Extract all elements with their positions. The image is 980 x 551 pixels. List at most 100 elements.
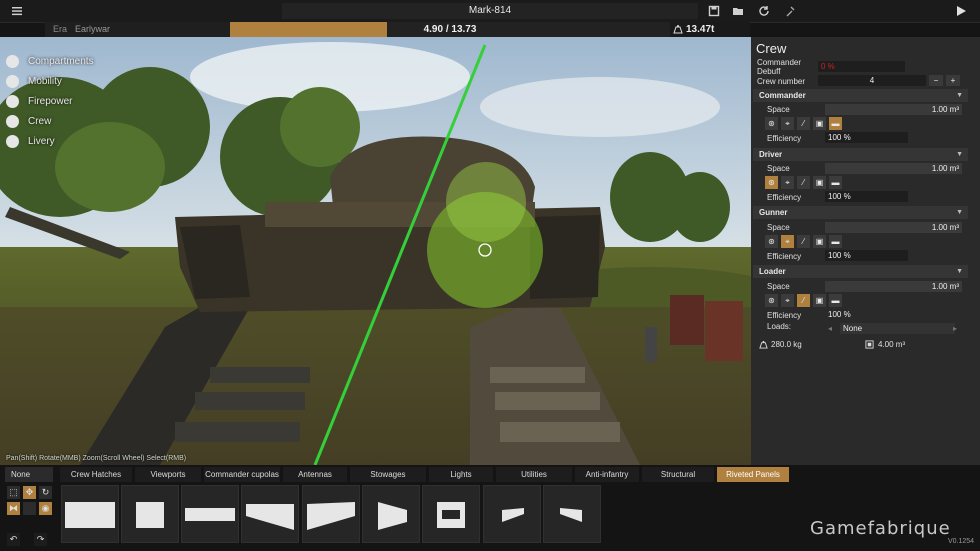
hamburger-menu-icon[interactable] (10, 4, 24, 18)
loads-prev-arrow-icon[interactable]: ◂ (828, 323, 838, 334)
move-tool-icon[interactable]: ✥ (23, 486, 36, 499)
loader-station-icons: ⊛ ⌖ ⁄ ▣ ▬ (765, 294, 842, 307)
sight-icon[interactable]: ⌖ (781, 176, 794, 189)
sight-icon[interactable]: ⌖ (781, 117, 794, 130)
rotate-tool-icon[interactable]: ↻ (39, 486, 52, 499)
wheel-icon[interactable]: ⊛ (765, 294, 778, 307)
loads-next-arrow-icon[interactable]: ▸ (953, 323, 963, 334)
wheel-icon[interactable]: ⊛ (765, 176, 778, 189)
undo-icon[interactable]: ↶ (7, 533, 20, 546)
open-folder-icon[interactable] (731, 4, 745, 18)
part-frame[interactable] (422, 485, 480, 543)
play-icon[interactable] (954, 4, 968, 18)
radio-icon[interactable]: ▣ (813, 176, 826, 189)
tab-viewports[interactable]: Viewports (135, 467, 201, 482)
tab-antennas[interactable]: Antennas (283, 467, 347, 482)
total-crew-weight: 280.0 kg (771, 340, 802, 349)
menu-crew-label: Crew (28, 115, 52, 127)
part-small-wedge-right[interactable] (543, 485, 601, 543)
menu-firepower[interactable]: Firepower (6, 92, 72, 110)
wrench-icon[interactable] (783, 4, 797, 18)
section-driver-title: Driver (759, 150, 783, 159)
sight-icon[interactable]: ⌖ (781, 294, 794, 307)
section-gunner[interactable]: Gunner ▼ (753, 206, 968, 219)
commander-role-icon[interactable]: ▬ (829, 235, 842, 248)
save-icon[interactable] (707, 4, 721, 18)
tab-stowages[interactable]: Stowages (350, 467, 426, 482)
loader-space-value: 1.00 m³ (825, 281, 962, 292)
tab-anti-infantry[interactable]: Anti-infantry (575, 467, 639, 482)
crew-increment-button[interactable]: + (946, 75, 960, 86)
version-label: V0.1254 (948, 538, 975, 545)
loader-efficiency-value: 100 % (828, 310, 851, 319)
commander-efficiency-value: 100 % (825, 132, 908, 143)
section-commander[interactable]: Commander ▼ (753, 89, 968, 102)
redo-icon[interactable]: ↷ (34, 533, 47, 546)
gun-icon (6, 94, 19, 108)
gunner-efficiency-value: 100 % (825, 250, 908, 261)
section-loader[interactable]: Loader ▼ (753, 265, 968, 278)
part-small-wedge-left[interactable] (483, 485, 541, 543)
part-trapezoid[interactable] (362, 485, 420, 543)
tab-none[interactable]: None (5, 467, 53, 482)
commander-space-value: 1.00 m³ (825, 104, 962, 115)
part-rect-wide[interactable] (61, 485, 119, 543)
menu-crew[interactable]: Crew (6, 112, 51, 130)
chevron-down-icon: ▼ (956, 151, 963, 158)
mirror-tool-icon[interactable]: ⧓ (7, 502, 20, 515)
tab-riveted-panels[interactable]: Riveted Panels (717, 467, 789, 482)
part-wedge-left[interactable] (241, 485, 299, 543)
loader-efficiency-label: Efficiency (767, 311, 802, 320)
gunner-space-value: 1.00 m³ (825, 222, 962, 233)
tonnage-value: 13.47t (686, 24, 715, 35)
tab-lights[interactable]: Lights (429, 467, 493, 482)
shell-icon[interactable]: ⁄ (797, 176, 810, 189)
tab-utilities[interactable]: Utilities (496, 467, 572, 482)
section-driver[interactable]: Driver ▼ (753, 148, 968, 161)
commander-role-icon[interactable]: ▬ (829, 176, 842, 189)
tab-crew-hatches[interactable]: Crew Hatches (60, 467, 132, 482)
wheel-icon[interactable]: ⊛ (765, 117, 778, 130)
menu-mobility[interactable]: Mobility (6, 72, 62, 90)
commander-role-icon[interactable]: ▬ (829, 294, 842, 307)
wheel-icon (6, 74, 19, 88)
refresh-icon[interactable] (757, 4, 771, 18)
menu-firepower-label: Firepower (28, 95, 73, 107)
loads-select[interactable]: None (840, 323, 955, 334)
part-square[interactable] (121, 485, 179, 543)
shell-icon[interactable]: ⁄ (797, 117, 810, 130)
tab-commander-cupolas[interactable]: Commander cupolas (204, 467, 280, 482)
snap-tool-icon[interactable]: ◉ (39, 502, 52, 515)
driver-space-value: 1.00 m³ (825, 163, 962, 174)
watermark-logo: Gamefabrique (810, 518, 951, 539)
commander-role-icon[interactable]: ▬ (829, 117, 842, 130)
driver-efficiency-label: Efficiency (767, 193, 802, 202)
shell-icon[interactable]: ⁄ (797, 235, 810, 248)
part-strip[interactable] (181, 485, 239, 543)
panel-title: Crew (756, 41, 787, 56)
radio-icon[interactable]: ▣ (813, 235, 826, 248)
section-loader-title: Loader (759, 267, 786, 276)
menu-compartments[interactable]: Compartments (6, 52, 94, 70)
part-wedge-right[interactable] (302, 485, 360, 543)
menu-livery[interactable]: Livery (6, 132, 55, 150)
chevron-down-icon: ▼ (956, 268, 963, 275)
sight-icon[interactable]: ⌖ (781, 235, 794, 248)
commander-efficiency-label: Efficiency (767, 134, 802, 143)
section-gunner-title: Gunner (759, 208, 788, 217)
vehicle-name-field[interactable]: Mark-814 (282, 3, 698, 19)
gunner-station-icons: ⊛ ⌖ ⁄ ▣ ▬ (765, 235, 842, 248)
3d-viewport[interactable] (0, 37, 751, 465)
tab-structural[interactable]: Structural (642, 467, 714, 482)
wheel-icon[interactable]: ⊛ (765, 235, 778, 248)
crew-number-label: Crew number (757, 77, 806, 86)
weight-icon (673, 24, 683, 34)
era-label: Era (53, 24, 68, 34)
shell-icon[interactable]: ⁄ (797, 294, 810, 307)
select-tool-icon[interactable]: ⬚ (7, 486, 20, 499)
crew-decrement-button[interactable]: − (929, 75, 943, 86)
era-dropdown[interactable]: Earlywar (75, 24, 110, 34)
radio-icon[interactable]: ▣ (813, 117, 826, 130)
radio-icon[interactable]: ▣ (813, 294, 826, 307)
chevron-down-icon: ▼ (956, 209, 963, 216)
